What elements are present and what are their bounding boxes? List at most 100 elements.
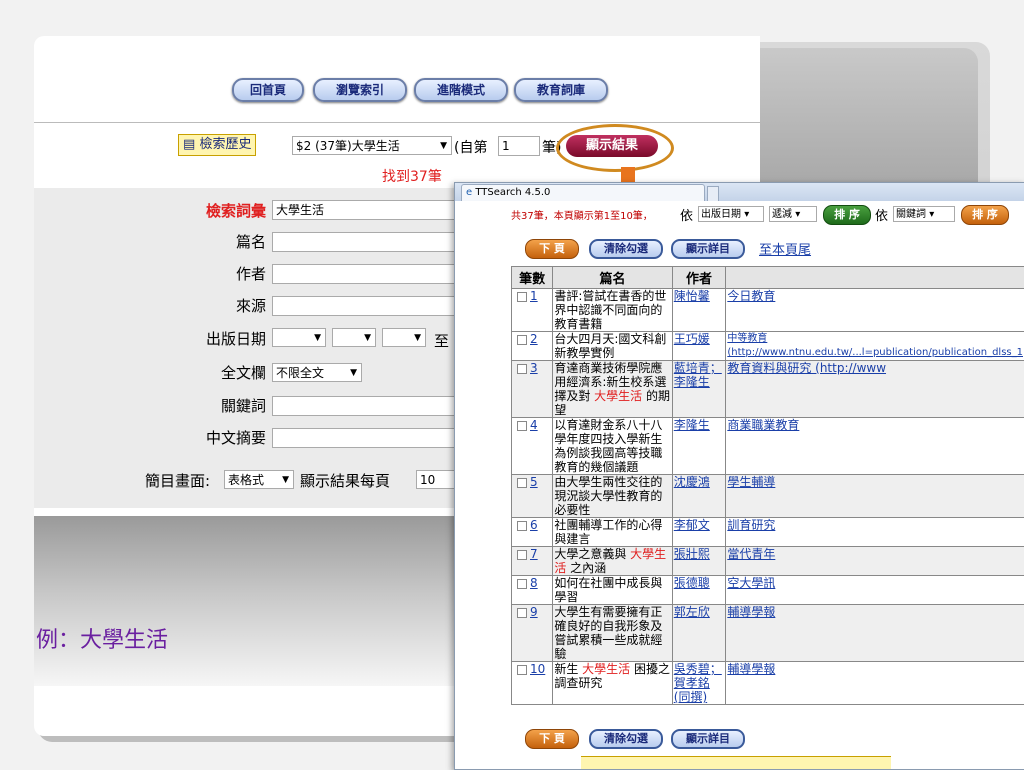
- record-source[interactable]: 今日教育: [726, 289, 1024, 332]
- row-checkbox[interactable]: [517, 421, 527, 431]
- record-author[interactable]: 王巧媛: [672, 332, 726, 361]
- record-source[interactable]: 學生輔導: [726, 475, 1024, 518]
- record-source[interactable]: 輔導學報: [726, 605, 1024, 662]
- source-input[interactable]: [272, 296, 462, 316]
- record-title: 新生 大學生活 困擾之調查研究: [553, 662, 672, 705]
- title-input[interactable]: [272, 232, 462, 252]
- date-year-select[interactable]: ▼: [272, 328, 326, 347]
- next-page-button-bottom[interactable]: 下 頁: [525, 729, 579, 749]
- thesaurus-button[interactable]: 教育詞庫: [514, 78, 608, 102]
- record-source[interactable]: 空大學訊: [726, 576, 1024, 605]
- sort-order-select[interactable]: 遞減 ▾: [769, 206, 817, 222]
- record-number[interactable]: 10: [530, 662, 545, 676]
- fulltext-label: 全文欄: [136, 362, 266, 383]
- row-checkbox[interactable]: [517, 478, 527, 488]
- clear-selection-button[interactable]: 清除勾選: [589, 239, 663, 259]
- row-checkbox[interactable]: [517, 665, 527, 675]
- record-author[interactable]: 李郁文: [672, 518, 726, 547]
- sort-by-label-2: 依: [875, 205, 888, 224]
- record-title: 如何在社團中成長與學習: [553, 576, 672, 605]
- page-end-link[interactable]: 至本頁尾: [759, 239, 811, 258]
- keyword-input[interactable]: [272, 396, 462, 416]
- window-titlebar: e TTSearch 4.5.0: [455, 183, 1024, 201]
- found-count: 找到37筆: [382, 166, 442, 186]
- list-icon: ▤: [183, 137, 195, 152]
- table-row: 1 書評:嘗試在書香的世界中認識不同面向的教育書籍 陳怡馨 今日教育: [512, 289, 1024, 332]
- row-checkbox[interactable]: [517, 335, 527, 345]
- home-button[interactable]: 回首頁: [232, 78, 304, 102]
- date-month-select[interactable]: ▼: [332, 328, 376, 347]
- new-tab-button[interactable]: [707, 186, 719, 201]
- divider: [34, 122, 760, 123]
- browser-tab[interactable]: e TTSearch 4.5.0: [461, 184, 705, 201]
- table-row: 4 以育達財金系八十八學年度四技入學新生為例談我國高等技職教育的幾個議題 李隆生…: [512, 418, 1024, 475]
- record-source[interactable]: 訓育研究: [726, 518, 1024, 547]
- record-source[interactable]: 中等教育 (http://www.ntnu.edu.tw/...l=public…: [726, 332, 1024, 361]
- row-checkbox[interactable]: [517, 579, 527, 589]
- row-checkbox[interactable]: [517, 521, 527, 531]
- table-row: 2 台大四月天:國文科創新教學實例 王巧媛 中等教育 (http://www.n…: [512, 332, 1024, 361]
- record-author[interactable]: 沈慶鴻: [672, 475, 726, 518]
- record-author[interactable]: 張德聰: [672, 576, 726, 605]
- chevron-down-icon: ▾: [744, 209, 749, 220]
- record-author[interactable]: 陳怡馨: [672, 289, 726, 332]
- sort-button[interactable]: 排 序: [823, 205, 871, 225]
- record-number[interactable]: 5: [530, 475, 538, 489]
- show-detail-button-bottom[interactable]: 顯示詳目: [671, 729, 745, 749]
- table-row: 7 大學之意義與 大學生活 之內涵 張壯熙 當代青年: [512, 547, 1024, 576]
- record-author[interactable]: 藍培青； 李隆生: [672, 361, 726, 418]
- from-record-input[interactable]: 1: [498, 136, 540, 156]
- chevron-down-icon: ▼: [364, 329, 371, 348]
- record-author[interactable]: 郭左欣: [672, 605, 726, 662]
- table-row: 9 大學生有需要擁有正確良好的自我形象及嘗試累積一些成就經驗 郭左欣 輔導學報: [512, 605, 1024, 662]
- record-number[interactable]: 7: [530, 547, 538, 561]
- record-number[interactable]: 8: [530, 576, 538, 590]
- record-number[interactable]: 1: [530, 289, 538, 303]
- brief-label: 簡目畫面:: [145, 470, 210, 491]
- record-number[interactable]: 6: [530, 518, 538, 532]
- sort-field-select[interactable]: 出版日期 ▾: [698, 206, 764, 222]
- show-detail-button[interactable]: 顯示詳目: [671, 239, 745, 259]
- popup-window: e TTSearch 4.5.0 共37筆，本頁顯示第1至10筆， 依 出版日期…: [454, 182, 1024, 770]
- next-page-button[interactable]: 下 頁: [525, 239, 579, 259]
- clear-selection-button-bottom[interactable]: 清除勾選: [589, 729, 663, 749]
- fulltext-select[interactable]: 不限全文▼: [272, 363, 362, 382]
- record-number[interactable]: 4: [530, 418, 538, 432]
- term-label: 檢索詞彙: [136, 200, 266, 221]
- author-label: 作者: [136, 263, 266, 284]
- advanced-mode-button[interactable]: 進階模式: [414, 78, 508, 102]
- record-number[interactable]: 9: [530, 605, 538, 619]
- date-to-label: 至: [434, 330, 449, 351]
- record-number[interactable]: 3: [530, 361, 538, 375]
- row-checkbox[interactable]: [517, 292, 527, 302]
- search-history-button[interactable]: ▤ 檢索歷史: [178, 134, 256, 156]
- chevron-down-icon: ▼: [414, 329, 421, 348]
- abstract-input[interactable]: [272, 428, 462, 448]
- highlight-ring: [556, 124, 674, 172]
- history-select[interactable]: $2 (37筆)大學生活▼: [292, 136, 452, 155]
- author-input[interactable]: [272, 264, 462, 284]
- per-page-select[interactable]: 10: [416, 470, 456, 489]
- record-author[interactable]: 張壯熙: [672, 547, 726, 576]
- row-checkbox[interactable]: [517, 364, 527, 374]
- table-header-row: 筆數 篇名 作者: [512, 267, 1024, 289]
- row-checkbox[interactable]: [517, 608, 527, 618]
- brief-select[interactable]: 表格式▼: [224, 470, 294, 489]
- record-title: 台大四月天:國文科創新教學實例: [553, 332, 672, 361]
- record-source[interactable]: 教育資料與研究 (http://www: [726, 361, 1024, 418]
- browse-index-button[interactable]: 瀏覽索引: [313, 78, 407, 102]
- record-author[interactable]: 吳秀碧； 賀孝銘(同撰): [672, 662, 726, 705]
- term-input[interactable]: 大學生活: [272, 200, 462, 220]
- record-source[interactable]: 輔導學報: [726, 662, 1024, 705]
- column-header: 篇名: [553, 267, 672, 289]
- table-row: 8 如何在社團中成長與學習 張德聰 空大學訊: [512, 576, 1024, 605]
- row-checkbox[interactable]: [517, 550, 527, 560]
- record-title: 育達商業技術學院應用經濟系:新生校系選擇及對 大學生活 的期望: [553, 361, 672, 418]
- record-source[interactable]: 商業職業教育: [726, 418, 1024, 475]
- date-day-select[interactable]: ▼: [382, 328, 426, 347]
- record-number[interactable]: 2: [530, 332, 538, 346]
- sort-field-select-2[interactable]: 關鍵詞 ▾: [893, 206, 955, 222]
- sort-button-2[interactable]: 排 序: [961, 205, 1009, 225]
- record-source[interactable]: 當代青年: [726, 547, 1024, 576]
- record-author[interactable]: 李隆生: [672, 418, 726, 475]
